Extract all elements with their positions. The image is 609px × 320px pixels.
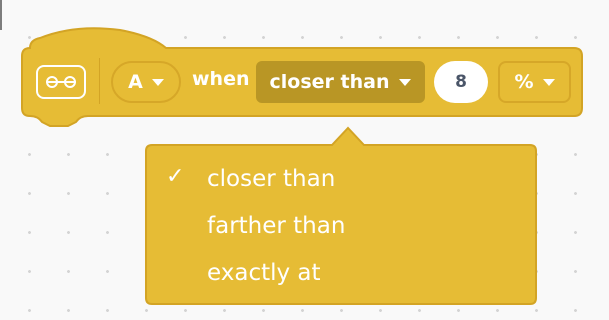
workspace-canvas[interactable]: A when closer than 8 % ✓ closer than far…	[0, 0, 609, 320]
check-icon: ✓	[166, 164, 185, 189]
dropdown-option-farther-than[interactable]: farther than	[207, 209, 345, 243]
dropdown-option-exactly-at[interactable]: exactly at	[207, 256, 321, 290]
dropdown-option-closer-than[interactable]: closer than	[207, 162, 335, 196]
